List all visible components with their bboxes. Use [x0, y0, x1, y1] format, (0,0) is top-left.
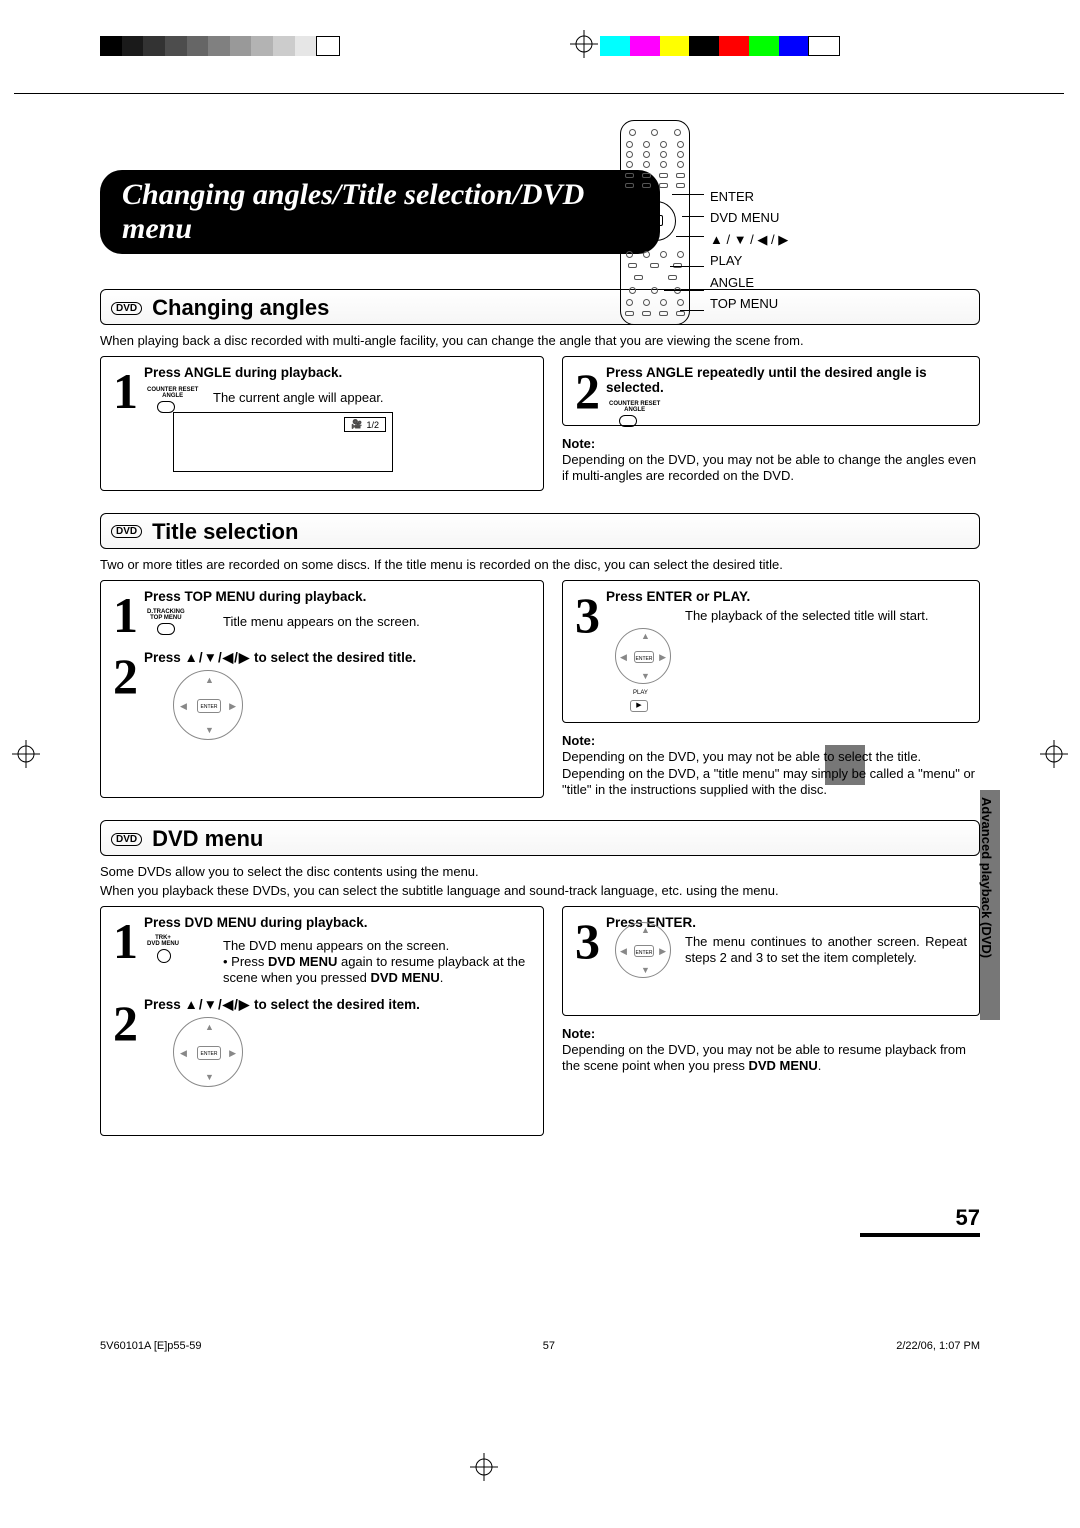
step-body: The current angle will appear.	[213, 390, 531, 406]
step-title: Press ANGLE repeatedly until the desired…	[575, 365, 967, 395]
section3-intro-a: Some DVDs allow you to select the disc c…	[100, 864, 980, 881]
note-label: Note:	[562, 436, 595, 451]
registration-mark-icon	[12, 740, 40, 775]
play-label: PLAY	[633, 690, 967, 696]
enter-pad-icon: ENTER ▲▼◀▶	[173, 1017, 243, 1087]
arrow-keys-icon: ▲/▼/◀/▶	[185, 650, 251, 665]
step-title: Press TOP MENU during playback.	[113, 589, 531, 604]
label-enter: ENTER	[710, 186, 788, 207]
camera-icon	[351, 419, 362, 430]
dvd-badge-icon: DVD	[111, 833, 142, 846]
registration-mark-icon	[1040, 740, 1068, 775]
label-top-menu: TOP MENU	[710, 293, 788, 314]
step-body: The menu continues to another screen. Re…	[685, 934, 967, 967]
footer-mid: 57	[543, 1340, 555, 1352]
remote-illustration: ENTER DVD MENU ▲ / ▼ / ◀ / ▶ PLAY ANGLE …	[620, 120, 860, 330]
section-title: Changing angles	[152, 295, 329, 321]
label-arrows: ▲ / ▼ / ◀ / ▶	[710, 229, 788, 250]
button-label-angle: COUNTER RESET ANGLE	[147, 387, 198, 399]
osd-display: 1/2	[173, 412, 393, 472]
step-title: Press ▲/▼/◀/▶ to select the desired item…	[113, 997, 531, 1013]
enter-center: ENTER	[634, 651, 654, 663]
enter-pad-icon: ENTER ▲▼◀▶	[173, 670, 243, 740]
step-number: 3	[575, 594, 600, 637]
button-label-angle: COUNTER RESET ANGLE	[609, 401, 660, 413]
registration-mark-icon	[470, 1453, 498, 1488]
step-number: 2	[575, 370, 600, 413]
step-number: 2	[113, 655, 138, 698]
dvd-badge-icon: DVD	[111, 525, 142, 538]
enter-center: ENTER	[197, 699, 221, 713]
grayscale-bar	[100, 36, 340, 56]
note-block: Note: Depending on the DVD, you may not …	[562, 436, 980, 485]
print-crop-top	[100, 36, 980, 66]
step-box: 3 Press ENTER or PLAY. The playback of t…	[562, 580, 980, 723]
step-number: 2	[113, 1002, 138, 1045]
osd-angle-indicator: 1/2	[344, 417, 386, 432]
section-title: Title selection	[152, 519, 298, 545]
button-label-top-menu: D.TRACKING TOP MENU	[147, 609, 185, 621]
step-column-right: 3 Press ENTER. The menu continues to ano…	[562, 906, 980, 1136]
enter-center: ENTER	[197, 1046, 221, 1060]
footer-left: 5V60101A [E]p55-59	[100, 1340, 202, 1352]
sidebar-label: Advanced playback (DVD)	[979, 797, 994, 958]
angle-button-icon	[157, 401, 175, 413]
step-number: 1	[113, 594, 138, 637]
angle-button-icon	[619, 415, 637, 427]
arrow-keys-icon: ▲/▼/◀/▶	[185, 997, 251, 1012]
step-box: 1 Press TOP MENU during playback. D.TRAC…	[100, 580, 544, 798]
note-body: Depending on the DVD, you may not be abl…	[562, 749, 975, 797]
section1-intro: When playing back a disc recorded with m…	[100, 333, 980, 350]
section2-intro: Two or more titles are recorded on some …	[100, 557, 980, 574]
button-label-dvd-menu: TRK+ DVD MENU	[147, 935, 179, 947]
remote-label-list: ENTER DVD MENU ▲ / ▼ / ◀ / ▶ PLAY ANGLE …	[710, 186, 788, 315]
footer: 5V60101A [E]p55-59 57 2/22/06, 1:07 PM	[100, 1340, 980, 1352]
enter-center: ENTER	[634, 945, 654, 957]
enter-pad-icon: ENTER ▲▼◀▶	[615, 922, 671, 978]
note-block: Note: Depending on the DVD, you may not …	[562, 1026, 980, 1075]
step-column-right: 3 Press ENTER or PLAY. The playback of t…	[562, 580, 980, 798]
label-dvd-menu: DVD MENU	[710, 207, 788, 228]
color-bar	[600, 36, 840, 56]
page-number: 57	[860, 1205, 980, 1237]
enter-pad-icon: ENTER ▲▼◀▶	[615, 628, 671, 684]
page-content: Changing angles/Title selection/DVD menu…	[100, 130, 980, 1136]
step-number: 1	[113, 920, 138, 963]
step-box: 1 Press ANGLE during playback. COUNTER R…	[100, 356, 544, 491]
section-head-dvd-menu: DVD DVD menu	[100, 820, 980, 856]
step-title: Press ENTER or PLAY.	[575, 589, 967, 604]
remote-outline	[620, 120, 690, 325]
crop-rule	[14, 93, 1064, 94]
top-menu-button-icon	[157, 623, 175, 635]
label-play: PLAY	[710, 250, 788, 271]
play-button-icon: ▶	[630, 700, 648, 712]
step-column-right: 2 Press ANGLE repeatedly until the desir…	[562, 356, 980, 491]
step-box: 2 Press ANGLE repeatedly until the desir…	[562, 356, 980, 426]
step-body: Title menu appears on the screen.	[223, 614, 531, 630]
footer-right: 2/22/06, 1:07 PM	[896, 1340, 980, 1352]
note-body: Depending on the DVD, you may not be abl…	[562, 452, 976, 483]
step-title: Press ANGLE during playback.	[113, 365, 531, 380]
page-title: Changing angles/Title selection/DVD menu	[100, 170, 660, 254]
step-number: 1	[113, 370, 138, 413]
step-title: Press ▲/▼/◀/▶ to select the desired titl…	[113, 650, 531, 666]
section-title: DVD menu	[152, 826, 263, 852]
dvd-badge-icon: DVD	[111, 302, 142, 315]
step-body: The DVD menu appears on the screen. • Pr…	[223, 938, 531, 987]
step-number: 3	[575, 920, 600, 963]
step-body: The playback of the selected title will …	[685, 608, 967, 624]
note-block: Note: Depending on the DVD, you may not …	[562, 733, 980, 798]
section3-intro-b: When you playback these DVDs, you can se…	[100, 883, 980, 900]
step-box: 3 Press ENTER. The menu continues to ano…	[562, 906, 980, 1016]
label-angle: ANGLE	[710, 272, 788, 293]
note-label: Note:	[562, 1026, 595, 1041]
note-label: Note:	[562, 733, 595, 748]
step-box: 1 Press DVD MENU during playback. TRK+ D…	[100, 906, 544, 1136]
note-body: Depending on the DVD, you may not be abl…	[562, 1042, 966, 1073]
section-head-title-selection: DVD Title selection	[100, 513, 980, 549]
dvd-menu-button-icon	[157, 949, 171, 963]
registration-mark-icon	[570, 30, 598, 65]
step-title: Press DVD MENU during playback.	[113, 915, 531, 930]
